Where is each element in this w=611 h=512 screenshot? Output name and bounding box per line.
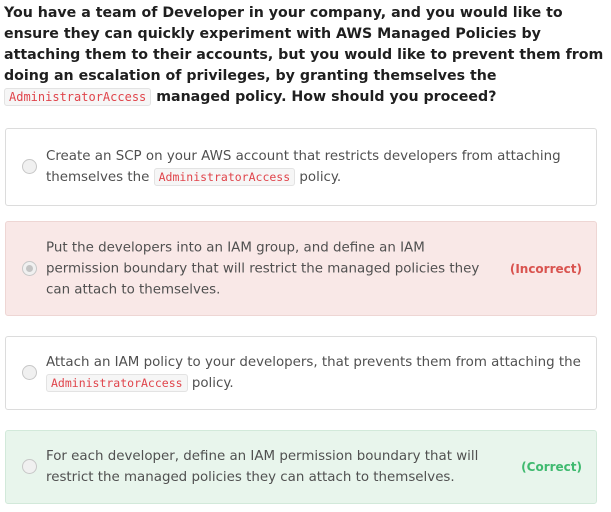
question-part-1: You have a team of Developer in your com… <box>4 5 604 84</box>
question-text: You have a team of Developer in your com… <box>4 3 604 108</box>
option-2-text: Put the developers into an IAM group, an… <box>46 240 480 297</box>
incorrect-label: (Incorrect) <box>509 261 582 276</box>
option-3-text-after: policy. <box>187 376 234 391</box>
answer-option-4[interactable]: For each developer, define an IAM permis… <box>5 430 597 504</box>
option-3-code: AdministratorAccess <box>46 374 188 392</box>
answer-option-3[interactable]: Attach an IAM policy to your developers,… <box>5 336 597 410</box>
option-1-text: Create an SCP on your AWS account that r… <box>46 146 571 188</box>
option-3-text: Attach an IAM policy to your developers,… <box>46 352 586 394</box>
option-1-text-after: policy. <box>295 170 342 185</box>
question-part-2: managed policy. How should you proceed? <box>151 89 497 105</box>
radio-dot-icon <box>26 264 33 272</box>
radio-button-option-4[interactable] <box>22 459 37 474</box>
option-1-code: AdministratorAccess <box>153 168 296 186</box>
answer-option-2[interactable]: Put the developers into an IAM group, an… <box>5 221 597 316</box>
answer-option-1[interactable]: Create an SCP on your AWS account that r… <box>5 128 597 206</box>
radio-button-option-2[interactable] <box>22 260 37 276</box>
radio-button-option-3[interactable] <box>22 365 37 380</box>
option-3-text-before: Attach an IAM policy to your developers,… <box>46 355 581 370</box>
option-4-text: For each developer, define an IAM permis… <box>46 449 479 485</box>
question-code: AdministratorAccess <box>4 88 152 106</box>
radio-button-option-1[interactable] <box>22 159 37 174</box>
correct-label: (Correct) <box>521 460 582 474</box>
